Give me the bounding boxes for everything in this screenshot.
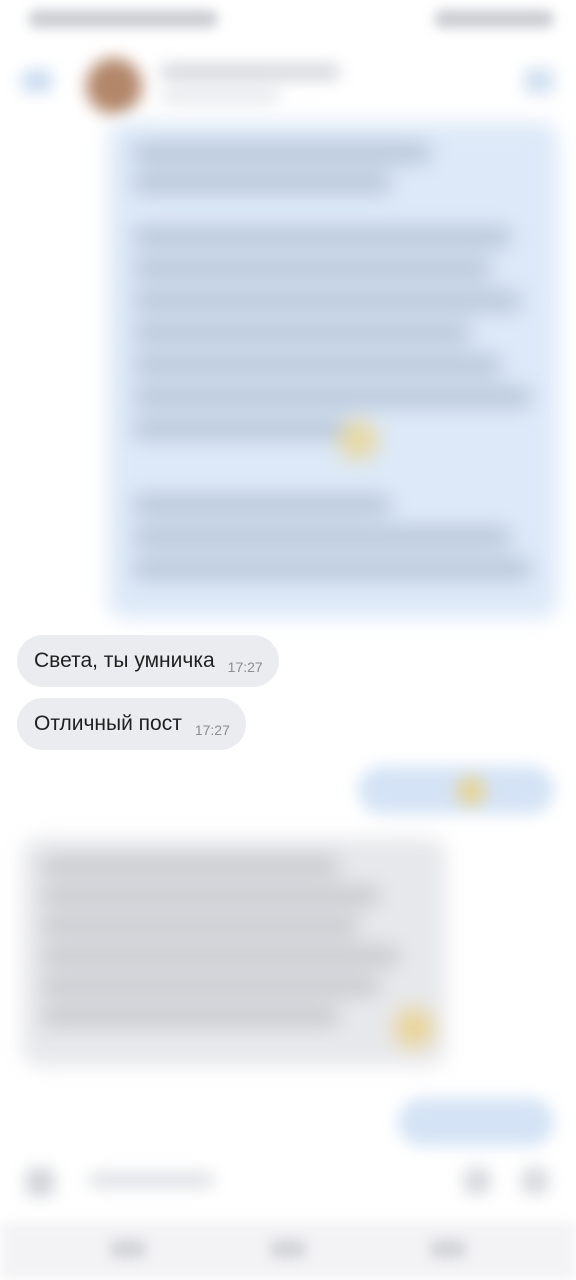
nav-recents-icon[interactable] <box>110 1240 146 1258</box>
message-bubble-incoming-blurred[interactable] <box>22 838 446 1066</box>
message-line <box>40 946 400 966</box>
post-line <box>132 172 392 194</box>
post-line <box>132 386 532 408</box>
message-bubble-incoming[interactable]: Света, ты умничка 17:27 <box>17 635 279 687</box>
avatar[interactable] <box>86 58 142 114</box>
post-line <box>132 290 522 312</box>
message-line <box>40 976 380 996</box>
message-bubble-outgoing-blurred[interactable] <box>398 1098 554 1146</box>
send-icon[interactable] <box>522 1168 548 1194</box>
status-bar <box>0 0 576 40</box>
chat-screen: Света, ты умничка 17:27 Отличный пост 17… <box>0 0 576 1280</box>
nav-home-icon[interactable] <box>270 1240 306 1258</box>
message-line <box>40 1006 340 1026</box>
message-bubble-outgoing-blurred[interactable] <box>358 766 554 814</box>
message-bubble-incoming[interactable]: Отличный пост 17:27 <box>17 698 246 750</box>
menu-icon[interactable] <box>524 68 554 94</box>
status-bar-right <box>434 10 554 28</box>
message-text: Света, ты умничка <box>34 649 215 672</box>
attach-icon[interactable] <box>26 1168 54 1196</box>
post-line <box>132 354 502 376</box>
back-arrow-icon[interactable] <box>22 70 52 92</box>
post-line <box>132 142 432 164</box>
shared-post-blurred[interactable] <box>108 122 558 618</box>
message-text: Отличный пост <box>34 712 182 735</box>
post-line <box>132 258 492 280</box>
emoji-icon <box>456 776 486 806</box>
post-line <box>132 526 512 548</box>
post-line <box>132 226 512 248</box>
message-time: 17:27 <box>227 659 263 675</box>
contact-status-blurred <box>160 90 280 102</box>
status-bar-left <box>28 10 218 28</box>
emoji-icon <box>338 420 378 460</box>
nav-back-icon[interactable] <box>430 1240 466 1258</box>
message-line <box>40 916 360 936</box>
system-navigation-bar <box>0 1222 576 1280</box>
post-line <box>132 558 532 580</box>
emoji-icon <box>394 1008 434 1048</box>
post-line <box>132 322 472 344</box>
message-input[interactable] <box>88 1172 214 1188</box>
message-input-bar <box>0 1148 576 1212</box>
chat-header <box>0 40 576 120</box>
message-time: 17:27 <box>194 722 230 738</box>
emoji-icon[interactable] <box>464 1168 490 1194</box>
message-line <box>40 856 340 876</box>
contact-name-blurred[interactable] <box>160 64 340 80</box>
post-line <box>132 494 392 516</box>
post-line <box>132 418 352 440</box>
message-line <box>40 886 380 906</box>
